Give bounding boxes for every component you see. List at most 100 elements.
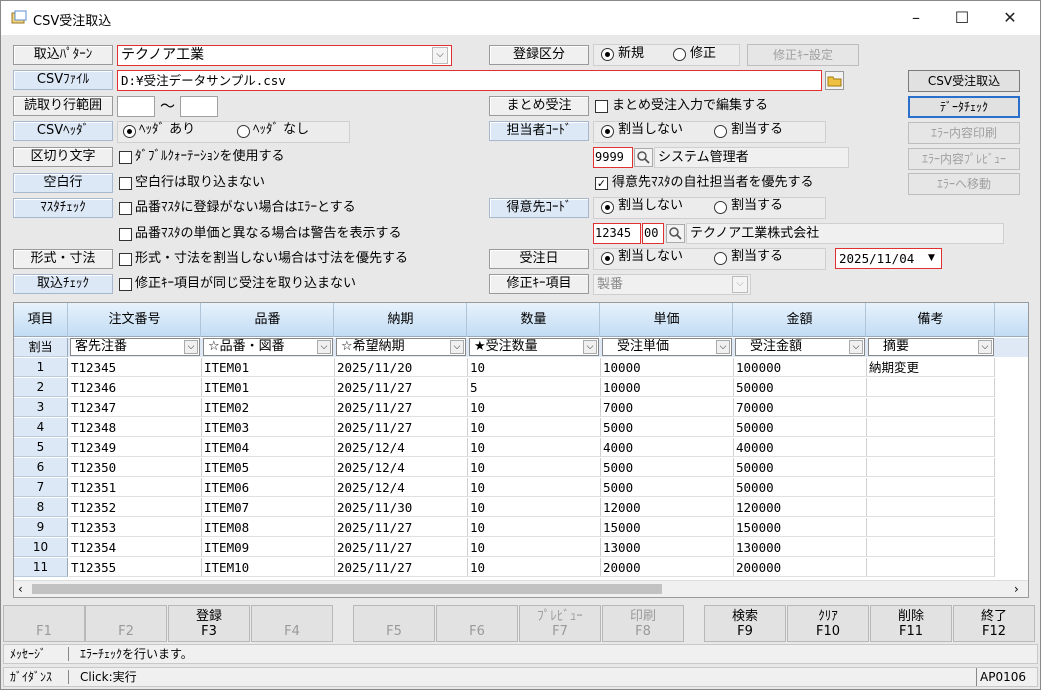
grid-cell-price[interactable]: 15000 <box>601 518 734 537</box>
grid-cell-order[interactable]: T12348 <box>69 418 202 437</box>
grid-cell-item[interactable]: ITEM10 <box>202 558 335 577</box>
fkey-f8[interactable]: 印刷 F8 <box>602 605 684 642</box>
staff-code-input[interactable]: 9999 <box>593 147 633 168</box>
col-header-part-no[interactable]: 品番 <box>202 303 334 337</box>
assign-select-note[interactable]: 摘要 ⌵ <box>868 338 994 356</box>
reg-edit-radio[interactable] <box>673 48 686 61</box>
error-print-button[interactable]: ｴﾗｰ内容印刷 <box>908 122 1020 144</box>
fkey-f10[interactable]: ｸﾘｱ F10 <box>787 605 869 642</box>
col-header-qty[interactable]: 数量 <box>468 303 600 337</box>
fkey-f4[interactable]: F4 <box>251 605 333 642</box>
range-from-input[interactable] <box>117 96 155 117</box>
grid-cell-price[interactable]: 5000 <box>601 418 734 437</box>
grid-cell-price[interactable]: 4000 <box>601 438 734 457</box>
col-header-item[interactable]: 項目 <box>14 303 68 337</box>
scroll-left-icon[interactable]: ‹ <box>18 581 23 597</box>
grid-cell-item[interactable]: ITEM05 <box>202 458 335 477</box>
grid-cell-item[interactable]: ITEM08 <box>202 518 335 537</box>
grid-cell-order[interactable]: T12345 <box>69 358 202 377</box>
customer-code-input[interactable]: 12345 <box>593 223 641 244</box>
grid-cell-due[interactable]: 2025/12/4 <box>335 438 468 457</box>
summary-checkbox[interactable] <box>595 100 608 113</box>
grid-cell-item[interactable]: ITEM01 <box>202 358 335 377</box>
blank-row-checkbox[interactable] <box>119 177 132 190</box>
grid-cell-amount[interactable]: 130000 <box>734 538 867 557</box>
grid-cell-due[interactable]: 2025/11/27 <box>335 378 468 397</box>
grid-cell-price[interactable]: 5000 <box>601 478 734 497</box>
grid-cell-order[interactable]: T12352 <box>69 498 202 517</box>
close-button[interactable]: ✕ <box>987 1 1033 35</box>
grid-cell-note[interactable] <box>867 418 995 437</box>
shape-checkbox[interactable] <box>119 253 132 266</box>
csv-file-input[interactable]: D:¥受注データサンプル.csv <box>117 70 822 91</box>
master-check-1-checkbox[interactable] <box>119 202 132 215</box>
grid-cell-qty[interactable]: 10 <box>468 418 601 437</box>
grid-cell-item[interactable]: ITEM04 <box>202 438 335 457</box>
prefer-customer-staff-checkbox[interactable]: ✓ <box>595 177 608 190</box>
import-check-checkbox[interactable] <box>119 278 132 291</box>
csv-import-button[interactable]: CSV受注取込 <box>908 70 1020 92</box>
grid-cell-amount[interactable]: 50000 <box>734 478 867 497</box>
row-number[interactable]: 11 <box>14 558 68 577</box>
grid-cell-qty[interactable]: 10 <box>468 358 601 377</box>
import-pattern-select[interactable]: テクノア工業 <box>117 45 452 66</box>
staff-assign-radio[interactable] <box>714 125 727 138</box>
grid-cell-due[interactable]: 2025/11/27 <box>335 558 468 577</box>
grid-cell-due[interactable]: 2025/11/27 <box>335 418 468 437</box>
assign-select-order-no[interactable]: 客先注番 ⌵ <box>70 338 200 356</box>
customer-no-assign-radio[interactable] <box>601 201 614 214</box>
grid-cell-note[interactable] <box>867 398 995 417</box>
folder-icon[interactable] <box>825 71 844 90</box>
grid-cell-qty[interactable]: 10 <box>468 538 601 557</box>
grid-cell-amount[interactable]: 120000 <box>734 498 867 517</box>
header-yes-radio[interactable] <box>123 125 136 138</box>
grid-cell-item[interactable]: ITEM02 <box>202 398 335 417</box>
horizontal-scrollbar[interactable]: ‹ › <box>14 580 1028 597</box>
calendar-dropdown-icon[interactable]: ▼ <box>924 251 939 266</box>
grid-cell-amount[interactable]: 200000 <box>734 558 867 577</box>
date-assign-radio[interactable] <box>714 252 727 265</box>
error-preview-button[interactable]: ｴﾗｰ内容ﾌﾟﾚﾋﾞｭｰ <box>908 148 1020 170</box>
grid-cell-order[interactable]: T12355 <box>69 558 202 577</box>
fkey-f6[interactable]: F6 <box>436 605 518 642</box>
fkey-f5[interactable]: F5 <box>353 605 435 642</box>
grid-cell-price[interactable]: 13000 <box>601 538 734 557</box>
maximize-button[interactable]: ☐ <box>939 1 985 35</box>
customer-assign-radio[interactable] <box>714 201 727 214</box>
row-number[interactable]: 4 <box>14 418 68 437</box>
grid-cell-note[interactable] <box>867 458 995 477</box>
grid-cell-due[interactable]: 2025/11/27 <box>335 398 468 417</box>
row-number[interactable]: 3 <box>14 398 68 417</box>
customer-sub-code-input[interactable]: 00 <box>642 223 664 244</box>
grid-cell-qty[interactable]: 10 <box>468 458 601 477</box>
col-header-note[interactable]: 備考 <box>867 303 995 337</box>
grid-cell-amount[interactable]: 50000 <box>734 378 867 397</box>
grid-cell-amount[interactable]: 150000 <box>734 518 867 537</box>
grid-cell-qty[interactable]: 10 <box>468 438 601 457</box>
fkey-f9[interactable]: 検索 F9 <box>704 605 786 642</box>
scrollbar-thumb[interactable] <box>32 584 662 594</box>
row-number[interactable]: 5 <box>14 438 68 457</box>
grid-cell-order[interactable]: T12354 <box>69 538 202 557</box>
grid-cell-price[interactable]: 5000 <box>601 458 734 477</box>
grid-cell-amount[interactable]: 50000 <box>734 418 867 437</box>
grid-cell-price[interactable]: 12000 <box>601 498 734 517</box>
grid-cell-note[interactable] <box>867 478 995 497</box>
assign-select-part-no[interactable]: ☆品番・図番 ⌵ <box>203 338 333 356</box>
edit-key-settings-button[interactable]: 修正ｷｰ設定 <box>747 44 859 66</box>
date-no-assign-radio[interactable] <box>601 252 614 265</box>
grid-cell-amount[interactable]: 70000 <box>734 398 867 417</box>
assign-select-amount[interactable]: 受注金額 ⌵ <box>735 338 865 356</box>
row-number[interactable]: 2 <box>14 378 68 397</box>
grid-cell-order[interactable]: T12353 <box>69 518 202 537</box>
search-icon[interactable] <box>634 148 653 167</box>
row-number[interactable]: 1 <box>14 358 68 377</box>
col-header-order-no[interactable]: 注文番号 <box>69 303 201 337</box>
grid-cell-due[interactable]: 2025/12/4 <box>335 478 468 497</box>
grid-cell-qty[interactable]: 10 <box>468 518 601 537</box>
row-number[interactable]: 6 <box>14 458 68 477</box>
fkey-f2[interactable]: F2 <box>85 605 167 642</box>
grid-cell-price[interactable]: 10000 <box>601 358 734 377</box>
grid-cell-qty[interactable]: 10 <box>468 558 601 577</box>
fkey-f11[interactable]: 削除 F11 <box>870 605 952 642</box>
